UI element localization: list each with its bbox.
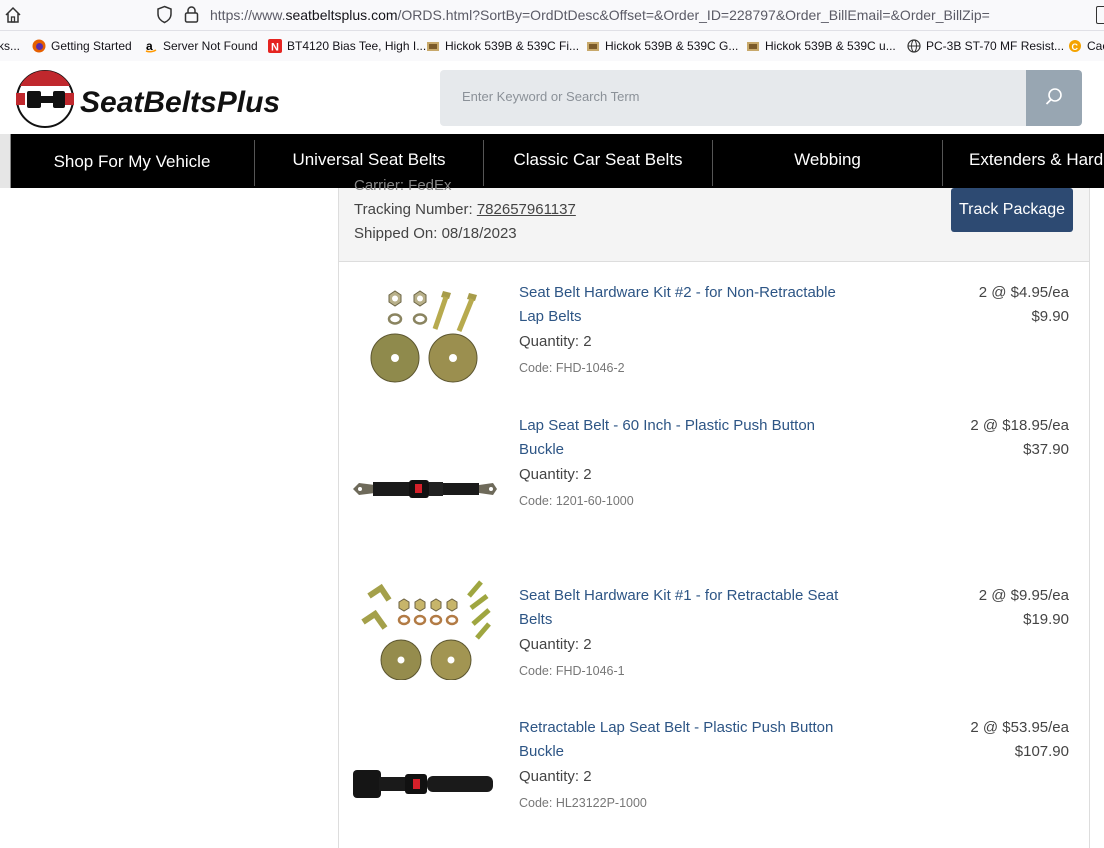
main-nav: Shop For My Vehicle Universal Seat Belts…: [0, 134, 1104, 188]
item-title-link[interactable]: Seat Belt Hardware Kit #1 - for Retracta…: [519, 584, 864, 632]
bookmark-item[interactable]: Hickok 539B & 539C G...: [586, 39, 738, 53]
search-input[interactable]: [460, 88, 1004, 105]
item-price: 2 @ $53.95/ea $107.90: [970, 719, 1069, 760]
reader-view-icon[interactable]: [1096, 6, 1104, 24]
item-title-link[interactable]: Retractable Lap Seat Belt - Plastic Push…: [519, 716, 864, 764]
item-quantity: Quantity: 2: [519, 466, 592, 483]
item-code: Code: FHD-1046-1: [519, 664, 625, 678]
bookmark-item[interactable]: CCac: [1068, 39, 1104, 53]
item-title-link[interactable]: Lap Seat Belt - 60 Inch - Plastic Push B…: [519, 414, 864, 462]
bookmark-item[interactable]: PC-3B ST-70 MF Resist...: [907, 39, 1064, 53]
nav-webbing[interactable]: Webbing: [713, 134, 942, 188]
shipped-line: Shipped On: 08/18/2023: [354, 225, 517, 242]
order-panel: Carrier: FedEx Tracking Number: 78265796…: [338, 177, 1090, 848]
item-code: Code: HL23122P-1000: [519, 796, 647, 810]
hardware-kit-2-image[interactable]: [351, 287, 501, 383]
amazon-icon: a: [145, 39, 157, 53]
home-icon[interactable]: [4, 6, 22, 24]
search-button[interactable]: [1026, 70, 1082, 126]
bookmark-item[interactable]: a Server Not Found: [144, 39, 258, 53]
browser-url-bar: https://www.seatbeltsplus.com/ORDS.html?…: [0, 0, 1104, 31]
nav-shop-for-my-vehicle[interactable]: Shop For My Vehicle: [10, 134, 254, 190]
c-icon: C: [1069, 40, 1081, 52]
carrier-line: Carrier: FedEx: [354, 177, 452, 194]
folder-image-icon: [427, 42, 439, 51]
bookmark-item[interactable]: N BT4120 Bias Tee, High I...: [268, 39, 426, 53]
folder-image-icon: [587, 42, 599, 51]
bookmarks-toolbar: ks... Getting Started a Server Not Found …: [0, 31, 1104, 61]
item-price: 2 @ $4.95/ea $9.90: [978, 284, 1069, 325]
item-price: 2 @ $9.95/ea $19.90: [978, 587, 1069, 628]
url-text[interactable]: https://www.seatbeltsplus.com/ORDS.html?…: [210, 7, 990, 23]
bookmark-item[interactable]: ks...: [0, 39, 20, 53]
item-title-link[interactable]: Seat Belt Hardware Kit #2 - for Non-Retr…: [519, 281, 864, 329]
item-code: Code: FHD-1046-2: [519, 361, 625, 375]
bookmark-item[interactable]: Hickok 539B & 539C u...: [746, 39, 896, 53]
item-quantity: Quantity: 2: [519, 636, 592, 653]
n-icon: N: [268, 39, 282, 53]
globe-icon: [907, 39, 921, 53]
item-code: Code: 1201-60-1000: [519, 494, 634, 508]
svg-text:SeatBeltsPlus: SeatBeltsPlus: [80, 86, 280, 119]
tracking-line: Tracking Number: 782657961137: [354, 201, 576, 218]
nav-divider: [942, 140, 943, 186]
search-box: [440, 70, 1026, 126]
bookmark-item[interactable]: Getting Started: [32, 39, 132, 53]
site-logo[interactable]: SeatBeltsPlus: [14, 70, 354, 128]
item-quantity: Quantity: 2: [519, 768, 592, 785]
nav-classic-car-seat-belts[interactable]: Classic Car Seat Belts: [484, 134, 712, 188]
bookmark-item[interactable]: Hickok 539B & 539C Fi...: [426, 39, 579, 53]
tracking-number-link[interactable]: 782657961137: [477, 201, 576, 218]
folder-image-icon: [747, 42, 759, 51]
lap-belt-image[interactable]: [351, 474, 501, 504]
item-quantity: Quantity: 2: [519, 333, 592, 350]
track-package-button[interactable]: Track Package: [951, 188, 1073, 232]
site-header: SeatBeltsPlus: [0, 62, 1104, 134]
item-price: 2 @ $18.95/ea $37.90: [970, 417, 1069, 458]
firefox-icon: [32, 39, 46, 53]
nav-extenders-hardware[interactable]: Extenders & Hard: [969, 134, 1103, 188]
hardware-kit-1-image[interactable]: [351, 576, 501, 680]
search-icon: [1045, 88, 1062, 105]
shield-icon[interactable]: [156, 5, 173, 24]
svg-text:C: C: [1072, 42, 1079, 52]
svg-text:N: N: [271, 42, 279, 54]
lock-icon[interactable]: [184, 5, 199, 24]
shipment-info: Carrier: FedEx Tracking Number: 78265796…: [339, 177, 1089, 262]
retractable-belt-image[interactable]: [351, 764, 501, 804]
